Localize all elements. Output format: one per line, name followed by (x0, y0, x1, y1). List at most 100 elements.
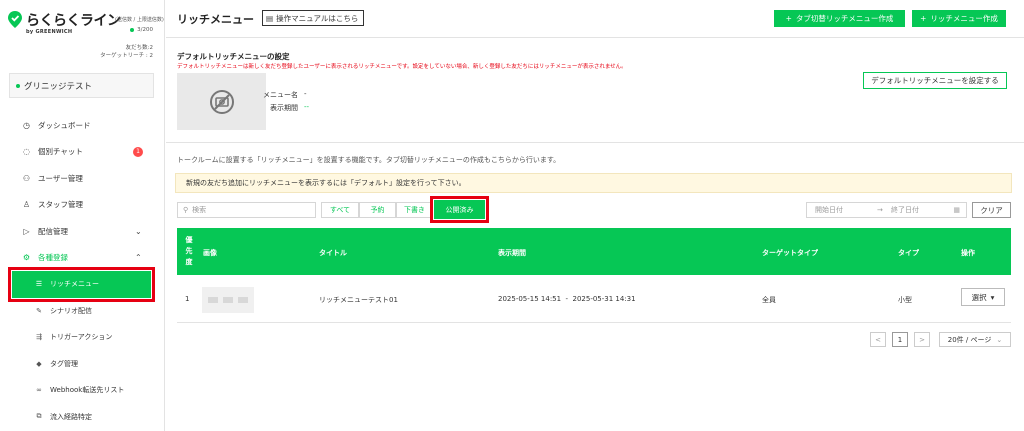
plus-icon: + (785, 14, 792, 23)
sidebar-item-dashboard[interactable]: ◷ ダッシュボード (0, 112, 165, 139)
sidebar-nav: ◷ ダッシュボード ◌ 個別チャット 1 ⚇ ユーザー管理 ♙ スタッフ管理 ▷… (0, 112, 165, 430)
sidebar-subitem-label: シナリオ配信 (50, 306, 92, 315)
sidebar-subitem-tag[interactable]: ◆ タグ管理 (0, 351, 165, 378)
send-count-value: 3/200 (137, 27, 153, 33)
default-rich-menu-section: デフォルトリッチメニューの設定 デフォルトリッチメニューは新しく友だち登録したユ… (166, 39, 1024, 143)
page-header: リッチメニュー ▤ 操作マニュアルはこちら + タブ切替リッチメニュー作成 + … (166, 0, 1024, 38)
unread-badge: 1 (133, 146, 143, 157)
link-icon: ∞ (36, 386, 42, 395)
gear-icon: ⚙ (22, 253, 31, 263)
calendar-icon: ▦ (953, 206, 960, 214)
default-section-title: デフォルトリッチメニューの設定 (177, 52, 290, 61)
row-period: 2025-05-15 14:51 - 2025-05-31 14:31 (498, 295, 636, 303)
thumb-cell (222, 297, 233, 303)
sidebar-item-users[interactable]: ⚇ ユーザー管理 (0, 165, 165, 192)
sidebar-item-label: 個別チャット (38, 147, 83, 157)
scenario-icon: ✎ (36, 306, 42, 315)
col-title: タイトル (319, 249, 347, 257)
filter-reserved[interactable]: 予約 (359, 202, 396, 218)
sidebar-item-label: ユーザー管理 (38, 173, 83, 183)
sidebar-subitem-label: トリガーアクション (50, 333, 113, 342)
target-reach: ターゲットリーチ : 2 (100, 53, 153, 59)
search-input[interactable]: ⚲ 検索 (177, 202, 316, 218)
set-default-rich-menu-button[interactable]: デフォルトリッチメニューを設定する (863, 72, 1007, 89)
col-action: 操作 (961, 249, 975, 257)
row-action-label: 選択 (971, 292, 987, 302)
sidebar-subitem-scenario[interactable]: ✎ シナリオ配信 (0, 298, 165, 325)
rich-menu-thumbnail (202, 287, 254, 313)
staff-icon: ♙ (22, 200, 31, 210)
sidebar-subitem-trigger[interactable]: ⇶ トリガーアクション (0, 324, 165, 351)
date-range-picker[interactable]: 開始日付 → 終了日付 ▦ (806, 202, 967, 218)
menu-name-label: メニュー名 (263, 91, 298, 99)
default-menu-image-placeholder (177, 73, 266, 130)
account-status-icon (16, 83, 20, 88)
sidebar-item-staff[interactable]: ♙ スタッフ管理 (0, 192, 165, 219)
sidebar-subitem-label: リッチメニュー (50, 280, 99, 289)
manual-link-button[interactable]: ▤ 操作マニュアルはこちら (262, 10, 365, 26)
row-title: リッチメニューテスト01 (319, 296, 398, 304)
sidebar-item-label: ダッシュボード (38, 120, 91, 130)
users-icon: ⚇ (22, 173, 31, 183)
tag-icon: ◆ (36, 359, 42, 368)
page-title: リッチメニュー (177, 13, 254, 26)
sidebar-subitem-rich-menu[interactable]: ☰ リッチメニュー (8, 267, 155, 302)
clear-button[interactable]: クリア (972, 202, 1011, 218)
period-value: -- (304, 103, 310, 111)
per-page-label: 20件 / ページ (947, 335, 992, 344)
sidebar-item-chat[interactable]: ◌ 個別チャット 1 (0, 139, 165, 166)
create-tab-rich-menu-button[interactable]: + タブ切替リッチメニュー作成 (774, 10, 905, 27)
menu-name-value: - (304, 90, 307, 98)
row-action-select[interactable]: 選択 ▾ (961, 288, 1005, 306)
per-page-select[interactable]: 20件 / ページ ⌄ (939, 332, 1011, 347)
sidebar-item-label: 配信管理 (38, 226, 68, 236)
send-icon: ▷ (23, 226, 30, 236)
arrow-right-icon: → (877, 206, 883, 214)
manual-link-label: 操作マニュアルはこちら (276, 13, 359, 23)
send-count: 3/200 (130, 27, 153, 33)
filter-all[interactable]: すべて (321, 202, 359, 218)
sidebar-subitem-label: タグ管理 (50, 359, 78, 368)
sidebar-subitem-label: 流入経路特定 (50, 412, 92, 421)
account-name: グリニッジテスト (24, 81, 93, 92)
send-count-caption: (送信数 / 上限送信数) (115, 17, 164, 23)
create-rich-menu-button[interactable]: + リッチメニュー作成 (912, 10, 1006, 27)
logo[interactable]: らくらくライン (送信数 / 上限送信数) by GREENWICH (8, 9, 164, 39)
sidebar-item-label: スタッフ管理 (38, 200, 83, 210)
logo-by: by GREENWICH (26, 29, 73, 35)
account-selector[interactable]: グリニッジテスト (9, 73, 154, 98)
caret-down-icon: ▾ (990, 292, 995, 302)
sidebar-subitem-webhook[interactable]: ∞ Webhook転送先リスト (0, 377, 165, 404)
default-section-note: デフォルトリッチメニューは新しく友だち登録したユーザーに表示されるリッチメニュー… (177, 64, 627, 70)
col-image: 画像 (203, 249, 217, 257)
col-type: タイプ (898, 249, 919, 257)
create-tab-rich-menu-label: タブ切替リッチメニュー作成 (795, 14, 894, 23)
pagination-prev[interactable]: < (870, 332, 886, 347)
route-icon: ⧉ (36, 412, 42, 421)
table-header: 優先度 画像 タイトル 表示期間 ターゲットタイプ タイプ 操作 (177, 228, 1011, 275)
filter-published[interactable]: 公開済み (430, 196, 489, 223)
dashboard-icon: ◷ (23, 120, 30, 130)
search-placeholder: 検索 (192, 206, 207, 214)
sidebar-item-delivery[interactable]: ▷ 配信管理 ⌄ (0, 218, 165, 245)
col-priority: 優先度 (185, 236, 193, 266)
no-image-icon (209, 89, 234, 114)
sidebar-subitem-route[interactable]: ⧉ 流入経路特定 (0, 404, 165, 431)
chevron-down-icon: ⌄ (996, 335, 1003, 344)
table-row[interactable]: 1 リッチメニューテスト01 2025-05-15 14:51 - 2025-0… (177, 275, 1011, 323)
pagination-page[interactable]: 1 (892, 332, 908, 347)
logo-text: らくらくライン (26, 13, 121, 29)
chevron-down-icon: ⌄ (135, 226, 142, 236)
thumb-cell (208, 297, 219, 303)
pagination-next[interactable]: > (914, 332, 930, 347)
filter-draft[interactable]: 下書き (396, 202, 433, 218)
sidebar-subitem-label: Webhook転送先リスト (50, 386, 125, 395)
search-icon: ⚲ (183, 206, 189, 214)
sidebar-item-registration[interactable]: ⚙ 各種登録 ⌃ (0, 245, 165, 272)
logo-pin-icon (8, 11, 22, 28)
thumb-cell (237, 297, 248, 303)
status-dot-icon (130, 28, 135, 32)
feature-description: トークルームに設置する「リッチメニュー」を設置する機能です。タブ切替リッチメニュ… (177, 156, 561, 164)
friends-count: 友だち数:2 (125, 45, 153, 51)
trigger-icon: ⇶ (36, 333, 42, 342)
